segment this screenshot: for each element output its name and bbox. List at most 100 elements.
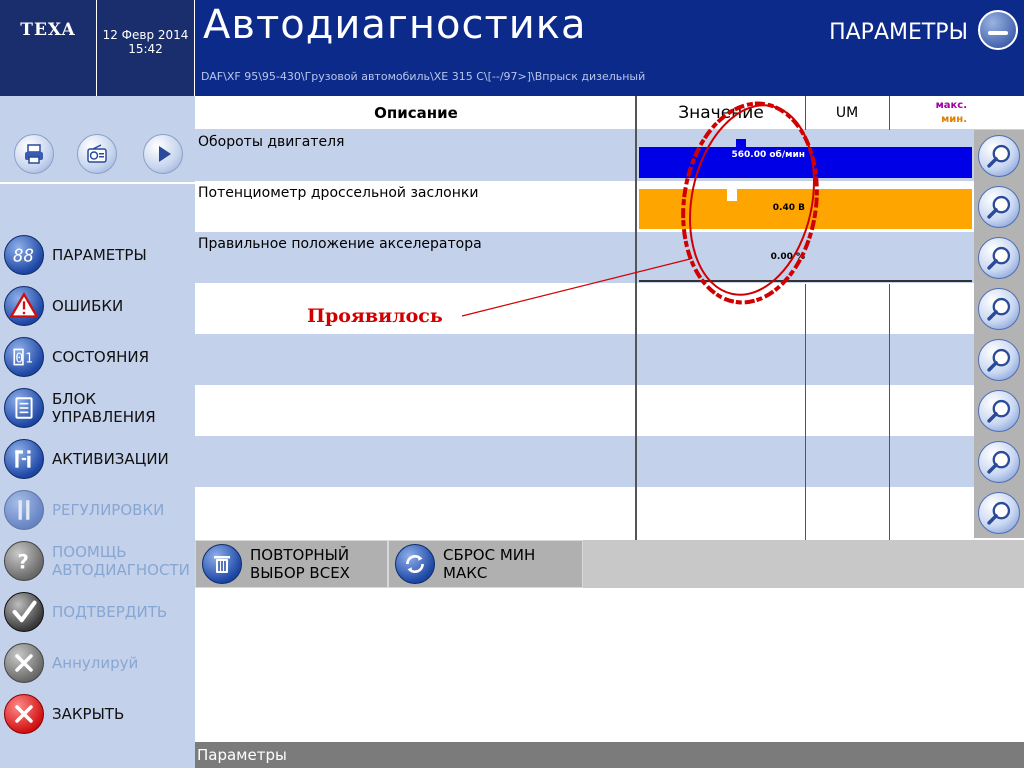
magnifier-icon [987, 348, 1011, 372]
row-value: 0.40 В [772, 203, 805, 213]
row-zoom-cell [974, 334, 1024, 385]
sidebar-item-states[interactable]: 01 СОСТОЯНИЯ [0, 332, 195, 382]
max-label: макс. [935, 100, 967, 111]
column-header-minmax: макс. мин. [889, 96, 973, 130]
value-bar: 0.40 В [639, 189, 972, 229]
magnifier-icon [987, 399, 1011, 423]
table-row[interactable] [195, 385, 1024, 436]
label-line: ВЫБОР ВСЕХ [250, 564, 350, 582]
table-row[interactable]: Правильное положение акселератора 0.00 % [195, 232, 1024, 283]
row-zoom-cell [974, 283, 1024, 334]
sidebar-item-label: ПООМЩЬ АВТОДИАГНОСТИ [52, 543, 190, 579]
cancel-icon [4, 643, 44, 683]
sidebar-item-label: БЛОК УПРАВЛЕНИЯ [52, 390, 156, 426]
parameters-icon: 88 [4, 235, 44, 275]
play-button[interactable] [143, 134, 183, 174]
row-zoom-cell [974, 232, 1024, 283]
reselect-all-button[interactable]: ПОВТОРНЫЙ ВЫБОР ВСЕХ [195, 540, 388, 588]
zoom-button[interactable] [978, 134, 1020, 177]
sidebar-item-parameters[interactable]: 88 ПАРАМЕТРЫ [0, 230, 195, 280]
magnifier-icon [987, 450, 1011, 474]
value-bar: 0.00 % [639, 248, 972, 282]
column-divider [889, 96, 890, 130]
row-zoom-cell [974, 487, 1024, 538]
date-text: 12 Февр 2014 [102, 28, 189, 42]
sidebar-item-label: ЗАКРЫТЬ [52, 705, 125, 723]
sidebar-item-label: ОШИБКИ [52, 297, 124, 315]
divider [388, 588, 584, 590]
zoom-button[interactable] [978, 491, 1020, 534]
row-description: Правильное положение акселератора [198, 236, 482, 252]
table-row[interactable] [195, 487, 1024, 538]
warning-icon [4, 286, 44, 326]
app-title: Автодиагностика [203, 2, 587, 48]
magnifier-icon [987, 195, 1011, 219]
magnifier-icon [987, 297, 1011, 321]
adjustment-icon [4, 490, 44, 530]
sidebar-item-label: РЕГУЛИРОВКИ [52, 501, 165, 519]
minimize-icon [988, 31, 1008, 35]
datetime-panel: 12 Февр 2014 15:42 [97, 0, 194, 96]
value-bar: 560.00 об/мин [639, 139, 972, 178]
sidebar-item-errors[interactable]: ОШИБКИ [0, 281, 195, 331]
magnifier-icon [987, 246, 1011, 270]
toolbar [0, 96, 195, 182]
sidebar-item-activations[interactable]: АКТИВИЗАЦИИ [0, 434, 195, 484]
value-marker [727, 189, 737, 201]
activation-icon [4, 439, 44, 479]
sidebar-divider [0, 182, 195, 184]
time-text: 15:42 [128, 42, 163, 56]
sidebar-item-close[interactable]: ЗАКРЫТЬ [0, 689, 195, 739]
section-title: ПАРАМЕТРЫ [829, 20, 968, 45]
states-icon: 01 [4, 337, 44, 377]
radio-button[interactable] [77, 134, 117, 174]
zoom-button[interactable] [978, 185, 1020, 228]
sidebar: 88 ПАРАМЕТРЫ ОШИБКИ 01 СОСТОЯНИЯ БЛОК УПР… [0, 96, 195, 768]
row-zoom-cell [974, 181, 1024, 232]
label-line: УПРАВЛЕНИЯ [52, 408, 156, 426]
sidebar-item-label: АКТИВИЗАЦИИ [52, 450, 169, 468]
row-zoom-cell [974, 436, 1024, 487]
zoom-button[interactable] [978, 338, 1020, 381]
row-value: 0.00 % [770, 252, 805, 262]
table-row[interactable]: Обороты двигателя 560.00 об/мин [195, 130, 1024, 181]
row-value: 560.00 об/мин [731, 150, 806, 160]
sidebar-item-help: ? ПООМЩЬ АВТОДИАГНОСТИ [0, 536, 195, 586]
print-button[interactable] [14, 134, 54, 174]
label-line: СБРОС МИН [443, 546, 536, 564]
label-line: ПОВТОРНЫЙ [250, 546, 350, 564]
zoom-button[interactable] [978, 287, 1020, 330]
zoom-button[interactable] [978, 440, 1020, 483]
reselect-all-label: ПОВТОРНЫЙ ВЫБОР ВСЕХ [250, 546, 350, 582]
magnifier-icon [987, 144, 1011, 168]
zoom-button[interactable] [978, 389, 1020, 432]
zoom-button[interactable] [978, 236, 1020, 279]
label-line: АВТОДИАГНОСТИ [52, 561, 190, 579]
column-header-description: Описание [374, 104, 458, 122]
svg-text:0: 0 [15, 351, 23, 366]
texa-logo: TEXA [0, 0, 96, 96]
play-icon [159, 146, 171, 162]
trash-icon [202, 544, 242, 584]
label-line: БЛОК [52, 390, 97, 408]
min-label: мин. [941, 114, 967, 125]
radio-icon [87, 144, 107, 163]
sidebar-item-control-unit[interactable]: БЛОК УПРАВЛЕНИЯ [0, 383, 195, 433]
reset-min-max-label: СБРОС МИН МАКС [443, 546, 535, 582]
sidebar-item-label: ПАРАМЕТРЫ [52, 246, 147, 264]
row-zoom-cell [974, 385, 1024, 436]
table-row[interactable] [195, 436, 1024, 487]
sidebar-item-cancel: Аннулируй [0, 638, 195, 688]
sidebar-item-label: СОСТОЯНИЯ [52, 348, 150, 366]
minimize-button[interactable] [978, 10, 1018, 50]
sidebar-item-label: ПОДТВЕРДИТЬ [52, 603, 168, 621]
table-row[interactable] [195, 334, 1024, 385]
breadcrumb: DAF\XF 95\95-430\Грузовой автомобиль\XE … [201, 70, 646, 83]
label-line: ПООМЩЬ [52, 543, 127, 561]
sidebar-item-label: Аннулируй [52, 654, 139, 672]
row-zoom-cell [974, 130, 1024, 181]
annotation-text: Проявилось [307, 305, 443, 327]
reset-min-max-button[interactable]: СБРОС МИН МАКС [388, 540, 583, 588]
column-divider [635, 96, 637, 540]
table-row[interactable]: Потенциометр дроссельной заслонки 0.40 В [195, 181, 1024, 232]
